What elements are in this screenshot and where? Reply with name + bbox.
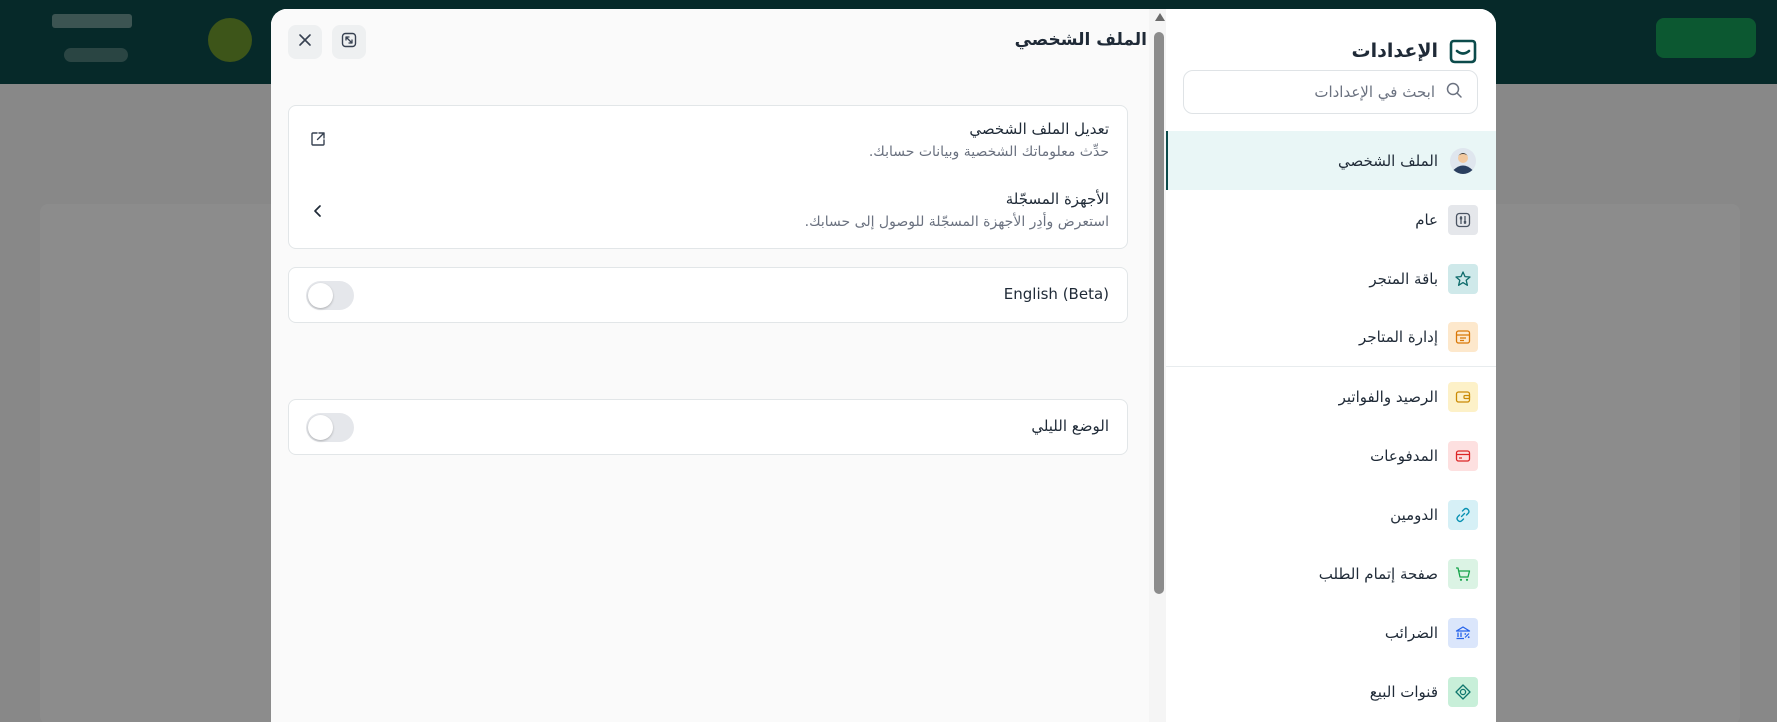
sidebar-item-checkout-page[interactable]: صفحة إتمام الطلب	[1166, 544, 1496, 603]
store-icon	[1448, 322, 1478, 352]
settings-nav: الملف الشخصي عام باقة المتجر إدارة المتا…	[1166, 131, 1496, 721]
star-icon	[1448, 263, 1478, 294]
sliders-icon	[1448, 204, 1478, 235]
settings-search[interactable]	[1183, 70, 1478, 114]
sidebar-item-label: المدفوعات	[1370, 446, 1438, 465]
toggle-knob	[308, 415, 333, 440]
sidebar-item-label: الرصيد والفواتير	[1338, 387, 1438, 406]
dark-mode-label: الوضع الليلي	[1031, 417, 1109, 435]
link-icon	[1448, 499, 1478, 530]
toggle-knob	[308, 283, 333, 308]
sidebar-item-balance-invoices[interactable]: الرصيد والفواتير	[1166, 367, 1496, 426]
sidebar-item-label: الدومين	[1390, 505, 1438, 524]
sidebar-item-sales-channels[interactable]: قنوات البيع	[1166, 662, 1496, 721]
devices-open-button[interactable]	[303, 198, 333, 228]
sidebar-item-store-plan[interactable]: باقة المتجر	[1166, 249, 1496, 308]
sidebar-item-profile[interactable]: الملف الشخصي	[1166, 131, 1496, 190]
bank-tax-icon	[1448, 617, 1478, 648]
sidebar-item-label: الملف الشخصي	[1338, 151, 1438, 170]
cart-icon	[1448, 558, 1478, 589]
expand-button[interactable]	[332, 25, 366, 59]
sidebar-item-taxes[interactable]: الضرائب	[1166, 603, 1496, 662]
english-beta-card: English (Beta)	[288, 267, 1128, 323]
close-button[interactable]	[288, 25, 322, 59]
scroll-up-arrow-icon[interactable]	[1155, 13, 1165, 21]
sidebar-item-label: قنوات البيع	[1369, 682, 1438, 701]
dark-mode-card: الوضع الليلي	[288, 399, 1128, 455]
expand-icon	[340, 31, 358, 53]
edit-profile-description: حدِّث معلوماتك الشخصية وبيانات حسابك.	[868, 144, 1109, 160]
credit-card-icon	[1448, 440, 1478, 471]
sidebar-item-domain[interactable]: الدومين	[1166, 485, 1496, 544]
sidebar-item-label: الضرائب	[1384, 623, 1438, 642]
sidebar-title: الإعدادات	[1351, 40, 1438, 62]
english-beta-label: English (Beta)	[1003, 285, 1109, 303]
edit-profile-title: تعديل الملف الشخصي	[969, 120, 1109, 138]
user-avatar-icon	[1448, 146, 1478, 176]
sidebar-item-payments[interactable]: المدفوعات	[1166, 426, 1496, 485]
external-link-icon	[309, 130, 327, 152]
sidebar-item-general[interactable]: عام	[1166, 190, 1496, 249]
panel-title: الملف الشخصي	[1014, 30, 1147, 50]
dark-mode-toggle[interactable]	[306, 413, 354, 442]
edit-profile-row[interactable]: تعديل الملف الشخصي حدِّث معلوماتك الشخصي…	[289, 106, 1127, 176]
close-icon	[297, 32, 313, 52]
sidebar-item-label: عام	[1415, 210, 1438, 229]
panel-header: الملف الشخصي	[271, 9, 1149, 77]
settings-content-panel: الملف الشخصي تعديل الملف الشخصي حدِّث مع…	[271, 9, 1149, 722]
settings-sidebar: الإعدادات الملف الشخصي عام	[1166, 9, 1496, 722]
sidebar-item-label: صفحة إتمام الطلب	[1318, 564, 1438, 583]
settings-search-input[interactable]	[1198, 83, 1435, 101]
account-card: تعديل الملف الشخصي حدِّث معلوماتك الشخصي…	[288, 105, 1128, 249]
registered-devices-row[interactable]: الأجهزة المسجّلة استعرض وأدِر الأجهزة ال…	[289, 176, 1127, 246]
sidebar-item-label: إدارة المتاجر	[1359, 328, 1438, 346]
search-icon	[1445, 81, 1463, 103]
sidebar-header: الإعدادات	[1352, 29, 1478, 73]
devices-title: الأجهزة المسجّلة	[1005, 190, 1109, 208]
wallet-icon	[1448, 381, 1478, 412]
channels-icon	[1448, 676, 1478, 707]
settings-modal: الملف الشخصي تعديل الملف الشخصي حدِّث مع…	[271, 9, 1496, 722]
devices-description: استعرض وأدِر الأجهزة المسجّلة للوصول إلى…	[804, 214, 1109, 230]
panel-body: تعديل الملف الشخصي حدِّث معلوماتك الشخصي…	[271, 77, 1149, 722]
external-link-button[interactable]	[303, 126, 333, 156]
sidebar-item-manage-stores[interactable]: إدارة المتاجر	[1166, 308, 1496, 367]
sidebar-item-label: باقة المتجر	[1369, 269, 1438, 288]
scrollbar-thumb[interactable]	[1154, 32, 1164, 594]
chevron-left-icon	[310, 203, 326, 223]
store-logo-icon	[1448, 36, 1478, 66]
english-beta-toggle[interactable]	[306, 281, 354, 310]
